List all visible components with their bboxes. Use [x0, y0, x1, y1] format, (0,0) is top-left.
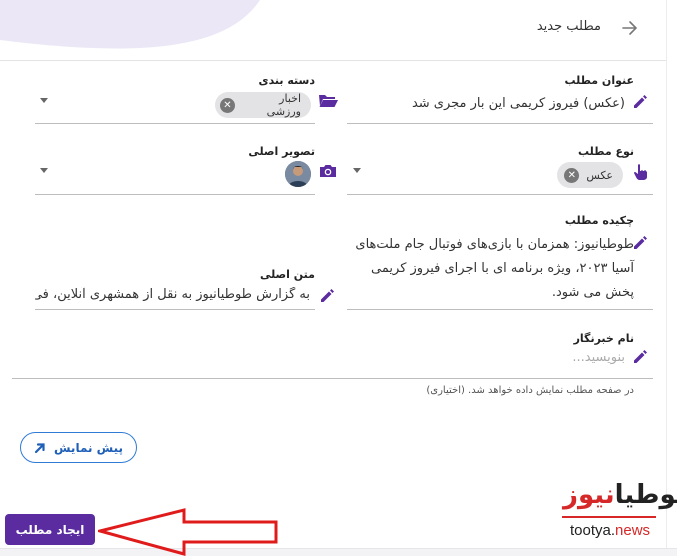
create-post-button[interactable]: ایجاد مطلب [5, 514, 95, 545]
arrow-right-icon[interactable] [620, 18, 640, 38]
body-input[interactable]: به گزارش طوطیانیوز به نقل از همشهری آنلا… [35, 287, 310, 302]
folder-open-icon [319, 95, 338, 107]
summary-textarea[interactable]: طوطیانیوز: همزمان با بازی‌های فوتبال جام… [344, 233, 634, 305]
preview-button[interactable]: پیش نمایش [20, 432, 137, 463]
site-logo-en: tootya.news [570, 522, 650, 539]
close-circle-icon[interactable]: ✕ [220, 97, 235, 113]
background-wave [0, 0, 260, 49]
header-divider [0, 60, 666, 61]
preview-button-label: پیش نمایش [53, 440, 124, 455]
pencil-icon [634, 350, 647, 363]
summary-label: چکیده مطلب [564, 214, 634, 227]
logo-divider [562, 516, 656, 518]
arrow-up-right-icon [34, 442, 45, 453]
site-logo-fa: طوطیانیوز [563, 480, 677, 510]
category-chip-label: اخبار ورزشی [266, 92, 301, 118]
caret-down-icon[interactable] [40, 98, 48, 103]
panel-edge [666, 0, 667, 555]
caret-down-icon[interactable] [40, 168, 48, 173]
reporter-label: نام خبرنگار [573, 332, 634, 345]
camera-icon[interactable] [318, 162, 338, 180]
summary-underline [347, 309, 653, 310]
type-label: نوع مطلب [577, 145, 634, 158]
category-chip[interactable]: اخبار ورزشی ✕ [215, 92, 311, 118]
image-underline [35, 194, 315, 195]
page-title: مطلب جدید [536, 19, 601, 34]
pencil-icon [634, 95, 647, 108]
type-underline [347, 194, 653, 195]
hand-pointer-icon [634, 164, 647, 180]
person-icon [285, 161, 311, 187]
caret-down-icon[interactable] [353, 168, 361, 173]
body-underline [35, 309, 315, 310]
image-label: تصویر اصلی [248, 145, 315, 158]
title-input[interactable]: (عکس) فیروز کریمی این بار مجری شد [325, 96, 625, 111]
logo-fa-main: طوطیا [614, 480, 677, 510]
body-label: متن اصلی [259, 268, 315, 281]
logo-en-main: tootya. [570, 522, 616, 539]
close-circle-icon[interactable]: ✕ [564, 167, 580, 183]
annotation-arrow-icon [98, 508, 278, 556]
title-underline [347, 123, 653, 124]
reporter-input[interactable]: بنویسید... [572, 350, 625, 365]
pencil-icon [321, 289, 334, 302]
category-label: دسته بندی [258, 74, 315, 87]
logo-en-accent: news [615, 522, 651, 539]
logo-fa-accent: نیوز [563, 480, 616, 510]
type-chip-label: عکس [586, 168, 613, 182]
title-label: عنوان مطلب [564, 74, 634, 87]
category-underline [35, 123, 315, 124]
avatar[interactable] [285, 161, 311, 187]
reporter-underline [12, 378, 653, 379]
type-chip[interactable]: عکس ✕ [557, 162, 623, 188]
reporter-help-text: در صفحه مطلب نمایش داده خواهد شد. (اختیا… [426, 385, 634, 396]
